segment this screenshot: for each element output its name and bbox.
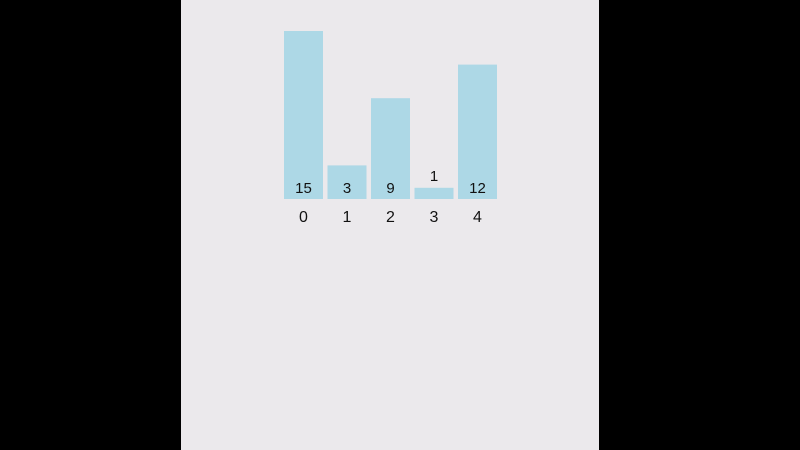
value-label-3: 1 — [430, 168, 438, 185]
index-label-2: 2 — [386, 209, 395, 226]
value-label-1: 3 — [343, 180, 351, 197]
value-label-4: 12 — [469, 180, 486, 197]
index-label-0: 0 — [299, 209, 308, 226]
array-bar-chart: 15 3 9112 01234 — [284, 31, 497, 226]
bar-4 — [458, 64, 497, 199]
bar-3 — [414, 187, 454, 199]
index-label-3: 3 — [430, 209, 439, 226]
bar-0 — [284, 31, 323, 199]
value-label-2: 9 — [386, 180, 394, 197]
value-label-0: 15 — [295, 180, 312, 197]
index-label-4: 4 — [473, 209, 482, 226]
visualization-panel: 15 3 9 1 12 01234 — [181, 0, 599, 450]
bars-group — [284, 31, 497, 199]
index-labels-group: 0 1 2 3 4 — [299, 209, 482, 226]
index-label-1: 1 — [343, 209, 352, 226]
